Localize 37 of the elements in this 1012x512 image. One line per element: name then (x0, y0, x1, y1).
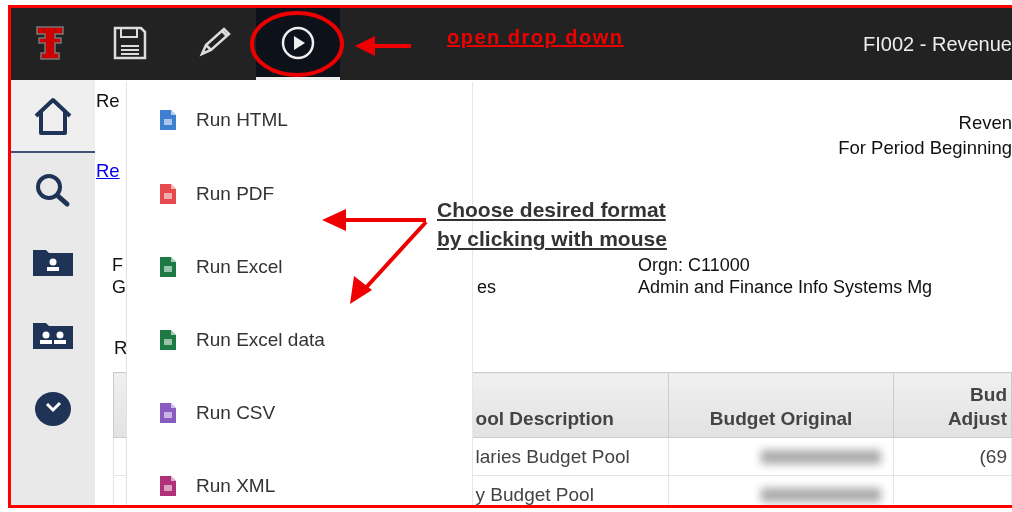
person-folder-icon (33, 249, 73, 276)
annotation-text: Choose desired format by clicking with mouse (437, 197, 667, 252)
menu-item[interactable]: Run PDF (127, 157, 283, 230)
file-icon (160, 109, 176, 130)
home-nav-item[interactable] (11, 80, 95, 153)
double-t-logo-icon (34, 24, 65, 61)
file-icon (160, 475, 176, 496)
play-icon (281, 25, 315, 60)
report-name: Reven (958, 111, 1012, 135)
info-text: Orgn: C11000 (638, 254, 750, 276)
info-text: Admin and Finance Info Systems Mg (638, 276, 933, 298)
annotation-text: open drop down (447, 26, 624, 49)
file-icon (160, 329, 176, 350)
info-text: G (112, 276, 126, 298)
file-icon (160, 183, 176, 204)
info-text: F (112, 254, 123, 276)
report-heading: Re (95, 89, 120, 112)
annotation-arrow (355, 35, 413, 57)
table-cell: laries Budget Pool (475, 445, 630, 467)
report-title: FI002 - Revenue (863, 32, 1012, 56)
table-cell: y Budget Pool (475, 483, 594, 505)
people-folder-icon (33, 322, 73, 349)
file-icon (160, 402, 176, 423)
menu-item[interactable]: Run Excel data (127, 303, 333, 376)
report-period: For Period Beginning (838, 136, 1012, 160)
menu-item[interactable]: Run HTML (127, 82, 296, 157)
home-icon (32, 95, 74, 136)
info-text: es (477, 276, 496, 298)
menu-item[interactable]: Run XML (127, 449, 284, 505)
file-icon (160, 256, 176, 277)
table-cell: (69 (979, 445, 1007, 467)
menu-item[interactable]: Run Excel (127, 230, 291, 303)
column-header: Budget Original (668, 372, 894, 438)
menu-item[interactable]: Run CSV (127, 376, 284, 449)
section-label: R (114, 337, 128, 359)
column-header: Bud Adjust (893, 372, 1012, 438)
report-link[interactable]: Re (96, 160, 120, 182)
